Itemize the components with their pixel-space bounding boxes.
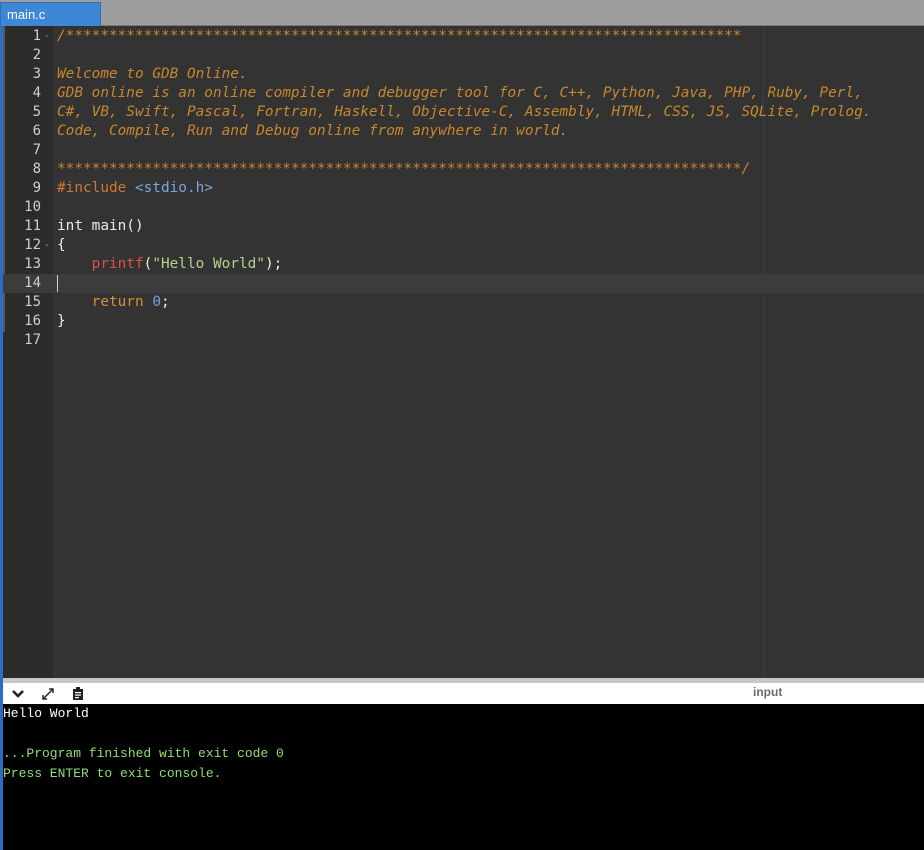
code-token-plain: { — [57, 237, 66, 253]
tab-bar: main.c — [0, 0, 924, 26]
code-token-comment: Code, Compile, Run and Debug online from… — [57, 123, 569, 139]
chevron-down-icon — [12, 689, 24, 698]
copy-output-button[interactable] — [69, 685, 87, 702]
line-number: 6 — [32, 123, 41, 139]
code-line[interactable]: 12-{ — [3, 236, 924, 255]
line-number: 9 — [32, 180, 41, 196]
code-text: GDB online is an online compiler and deb… — [57, 84, 863, 103]
line-number: 10 — [24, 199, 41, 215]
code-line[interactable]: 1-/*************************************… — [3, 27, 924, 46]
line-number: 13 — [24, 256, 41, 272]
code-line[interactable]: 16} — [3, 312, 924, 331]
code-text: printf("Hello World"); — [57, 255, 283, 274]
output-console[interactable]: Hello World ...Program finished with exit… — [3, 704, 924, 850]
input-label[interactable]: input — [753, 685, 782, 699]
code-token-num: 0 — [152, 294, 161, 310]
code-token-plain: ); — [264, 256, 283, 272]
code-token-comment: ****************************************… — [57, 161, 751, 177]
code-token-header: <stdio.h> — [134, 180, 213, 196]
code-line[interactable]: 17 — [3, 331, 924, 350]
expand-console-button[interactable] — [39, 685, 57, 702]
code-text: Code, Compile, Run and Debug online from… — [57, 122, 568, 141]
code-token-kw: return — [91, 294, 144, 310]
code-token-comment: /***************************************… — [57, 28, 742, 44]
line-number: 3 — [32, 66, 41, 82]
code-text: { — [57, 236, 66, 255]
code-editor[interactable]: 1-/*************************************… — [3, 26, 924, 678]
code-text: Welcome to GDB Online. — [57, 65, 248, 84]
code-line[interactable]: 6 Code, Compile, Run and Debug online fro… — [3, 122, 924, 141]
line-number: 14 — [24, 275, 41, 291]
code-line[interactable]: 11 int main() — [3, 217, 924, 236]
code-token-func: printf — [91, 256, 144, 272]
text-cursor — [57, 275, 58, 292]
code-token-pre: #include — [57, 180, 135, 196]
line-number: 12 — [24, 237, 41, 253]
code-line[interactable]: 9 #include <stdio.h> — [3, 179, 924, 198]
code-token-plain: int main() — [57, 218, 144, 234]
code-text: int main() — [57, 217, 144, 236]
code-line[interactable]: 7 — [3, 141, 924, 160]
fold-toggle-icon[interactable]: - — [44, 236, 50, 255]
clipboard-icon — [73, 687, 83, 700]
line-number: 17 — [24, 332, 41, 348]
console-output-line: Hello World — [3, 706, 89, 721]
code-line[interactable]: 14 — [3, 274, 924, 293]
code-line[interactable]: 5 C#, VB, Swift, Pascal, Fortran, Haskell… — [3, 103, 924, 122]
code-line[interactable]: 3 Welcome to GDB Online. — [3, 65, 924, 84]
code-token-plain: } — [57, 313, 66, 329]
line-number: 1 — [32, 28, 41, 44]
expand-arrows-icon — [42, 687, 54, 700]
code-token-comment: Welcome to GDB Online. — [57, 66, 248, 82]
code-line[interactable]: 10 — [3, 198, 924, 217]
code-token-comment: C#, VB, Swift, Pascal, Fortran, Haskell,… — [57, 104, 872, 120]
code-line[interactable]: 15 return 0; — [3, 293, 924, 312]
code-line[interactable]: 4 GDB online is an online compiler and de… — [3, 84, 924, 103]
code-token-comment: GDB online is an online compiler and deb… — [57, 85, 863, 101]
code-line[interactable]: 2 — [3, 46, 924, 65]
line-number: 4 — [32, 85, 41, 101]
console-toolbar: input — [3, 683, 924, 704]
code-token-plain: ( — [143, 256, 153, 272]
code-text: C#, VB, Swift, Pascal, Fortran, Haskell,… — [57, 103, 871, 122]
line-number: 15 — [24, 294, 41, 310]
line-number: 8 — [32, 161, 41, 177]
line-number: 11 — [24, 218, 41, 234]
console-output-line: Press ENTER to exit console. — [3, 766, 222, 781]
console-output-line: ...Program finished with exit code 0 — [3, 746, 284, 761]
code-text: /***************************************… — [57, 27, 741, 46]
line-number: 5 — [32, 104, 41, 120]
fold-toggle-icon[interactable]: - — [44, 27, 50, 46]
code-text: ****************************************… — [57, 160, 750, 179]
tab-main-c[interactable]: main.c — [0, 2, 101, 26]
code-line[interactable]: 8 ***************************************… — [3, 160, 924, 179]
code-text: #include <stdio.h> — [57, 179, 213, 198]
collapse-console-button[interactable] — [9, 685, 27, 702]
code-token-plain: ; — [160, 294, 170, 310]
code-token-str: "Hello World" — [152, 256, 265, 272]
code-text: return 0; — [57, 293, 170, 312]
code-text: } — [57, 312, 66, 331]
line-number: 2 — [32, 47, 41, 63]
line-number: 7 — [32, 142, 41, 158]
line-number: 16 — [24, 313, 41, 329]
code-line[interactable]: 13 printf("Hello World"); — [3, 255, 924, 274]
